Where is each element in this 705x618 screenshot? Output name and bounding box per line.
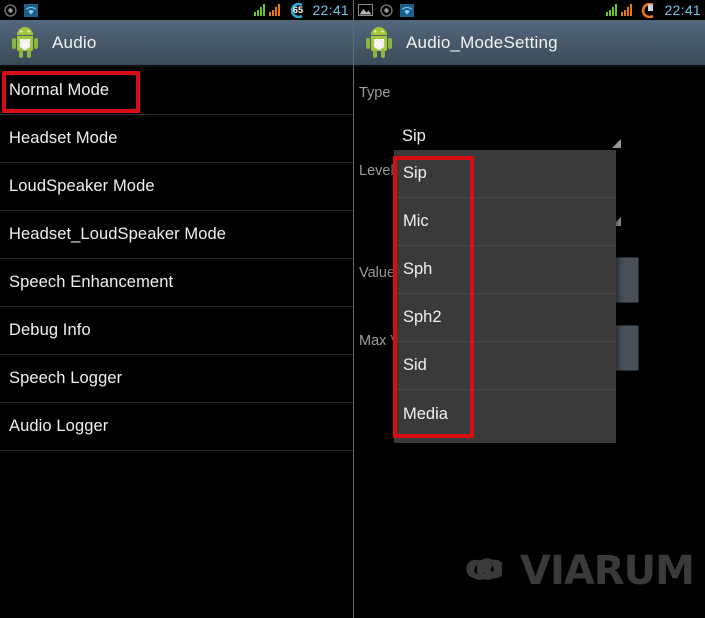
dropdown-option-label: Sip [403, 164, 427, 182]
android-robot-icon [364, 26, 394, 59]
status-bar-right-icons: 22:41 [606, 0, 701, 20]
image-icon [358, 4, 373, 16]
list-item-label: Debug Info [9, 321, 91, 339]
left-phone-screen: 65 22:41 Audio Normal Mode Headset Mode … [0, 0, 353, 618]
field-label-level: Level [359, 163, 394, 179]
dropdown-option-label: Sph [403, 260, 433, 278]
target-circle-icon [4, 3, 17, 17]
type-dropdown-menu[interactable]: Sip Mic Sph Sph2 Sid Media [394, 150, 616, 443]
list-item-loudspeaker-mode[interactable]: LoudSpeaker Mode [0, 163, 353, 211]
list-item-label: Normal Mode [9, 81, 110, 99]
watermark: VIARUM [462, 548, 695, 594]
list-item-label: Headset Mode [9, 129, 118, 147]
android-robot-icon [10, 26, 40, 59]
status-bar-right-icons: 65 22:41 [254, 0, 349, 20]
dropdown-option-sph[interactable]: Sph [394, 246, 616, 294]
wifi-icon [24, 3, 38, 17]
clock-label: 22:41 [664, 2, 701, 18]
chevron-down-icon[interactable] [612, 139, 621, 148]
battery-icon [636, 2, 660, 18]
field-label-value: Value [359, 265, 396, 281]
audio-mode-list: Normal Mode Headset Mode LoudSpeaker Mod… [0, 67, 353, 451]
dropdown-option-label: Sph2 [403, 308, 442, 326]
infinity-loop-icon [462, 552, 514, 591]
dropdown-option-label: Media [403, 404, 448, 423]
dropdown-option-mic[interactable]: Mic [394, 198, 616, 246]
page-title: Audio_ModeSetting [406, 32, 558, 52]
field-label-type: Type [359, 85, 391, 101]
list-item-label: Speech Logger [9, 369, 123, 387]
list-item-headset-mode[interactable]: Headset Mode [0, 115, 353, 163]
list-item-label: Audio Logger [9, 417, 109, 435]
battery-percent-label [636, 3, 660, 18]
dropdown-option-media[interactable]: Media [394, 390, 616, 438]
title-bar-left: Audio [0, 20, 353, 67]
status-bar-left-icons [4, 3, 38, 17]
target-circle-icon [380, 3, 393, 17]
dropdown-option-label: Mic [403, 212, 429, 230]
list-item-audio-logger[interactable]: Audio Logger [0, 403, 353, 451]
list-item-label: Headset_LoudSpeaker Mode [9, 225, 227, 243]
mode-setting-form: Type Sip Level Value Max Vol Sip Mic Sph… [354, 67, 705, 618]
list-item-headset-loudspeaker-mode[interactable]: Headset_LoudSpeaker Mode [0, 211, 353, 259]
signal-bars-orange-icon [269, 4, 281, 16]
list-item-normal-mode[interactable]: Normal Mode [0, 67, 353, 115]
dropdown-option-sip[interactable]: Sip [394, 150, 616, 198]
title-bar-right: Audio_ModeSetting [354, 20, 705, 67]
dropdown-option-label: Sid [403, 356, 427, 374]
list-item-label: Speech Enhancement [9, 273, 174, 291]
signal-bars-orange-icon [621, 4, 633, 16]
page-title: Audio [52, 32, 97, 52]
list-item-speech-enhancement[interactable]: Speech Enhancement [0, 259, 353, 307]
list-item-label: LoudSpeaker Mode [9, 177, 155, 195]
battery-percent-label: 65 [292, 5, 303, 15]
signal-bars-green-icon [606, 4, 618, 16]
wifi-icon [400, 3, 414, 17]
dropdown-option-sph2[interactable]: Sph2 [394, 294, 616, 342]
dropdown-option-sid[interactable]: Sid [394, 342, 616, 390]
type-spinner-value[interactable]: Sip [402, 127, 426, 146]
signal-bars-green-icon [254, 4, 266, 16]
list-item-speech-logger[interactable]: Speech Logger [0, 355, 353, 403]
status-bar-left-icons [358, 3, 414, 17]
clock-label: 22:41 [312, 2, 349, 18]
watermark-text: VIARUM [520, 548, 695, 594]
battery-icon: 65 [284, 2, 308, 18]
list-item-debug-info[interactable]: Debug Info [0, 307, 353, 355]
status-bar-left: 65 22:41 [0, 0, 353, 20]
status-bar-right: 22:41 [354, 0, 705, 20]
right-phone-screen: 22:41 Audio_ModeSetting Type Sip Level V… [353, 0, 705, 618]
